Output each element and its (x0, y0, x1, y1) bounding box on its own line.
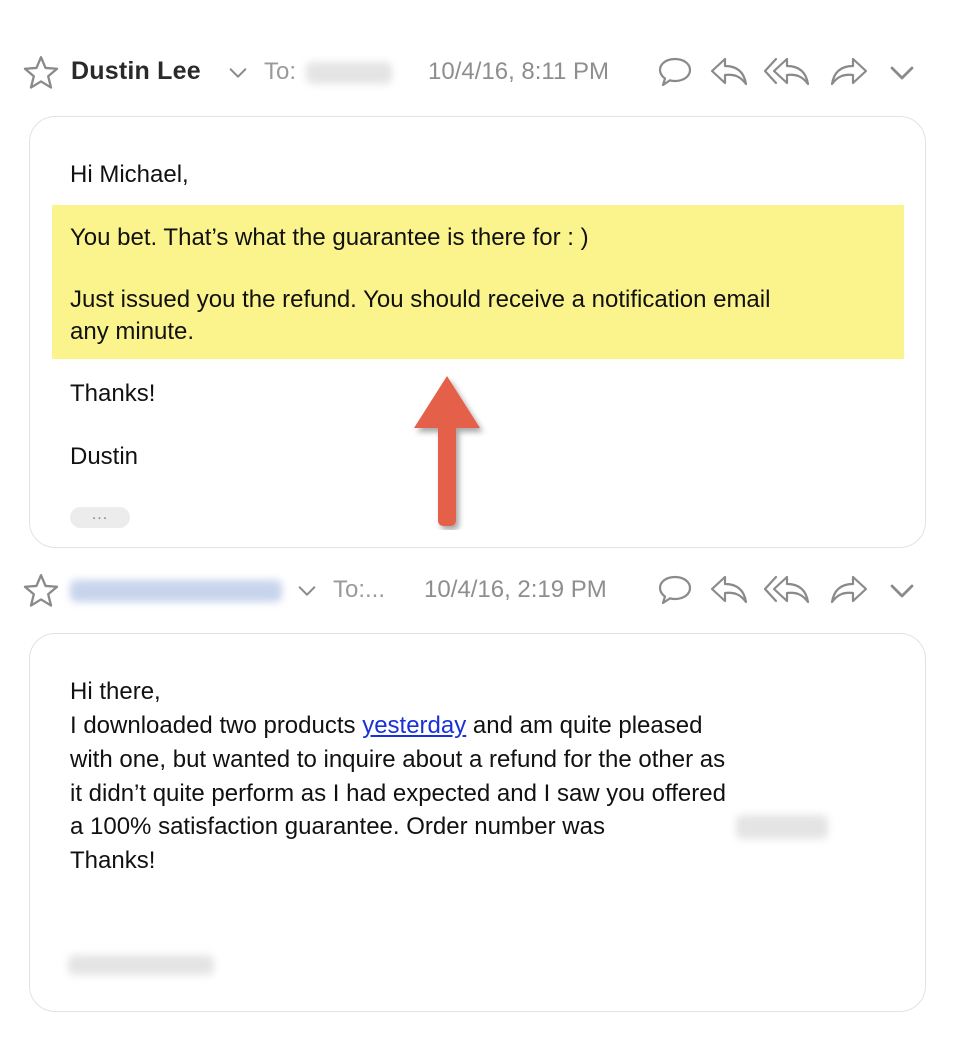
show-quoted-text-button[interactable]: ... (70, 507, 130, 528)
body-line: I downloaded two products yesterday and … (70, 709, 702, 742)
greeting: Hi Michael, (70, 161, 189, 188)
signature-redacted (68, 955, 214, 975)
body-line: with one, but wanted to inquire about a … (70, 746, 726, 773)
reply-bubble-icon[interactable] (656, 572, 694, 608)
recipient-redacted (306, 62, 392, 84)
message-date: 10/4/16, 8:11 PM (428, 58, 610, 85)
chevron-down-icon[interactable] (227, 62, 249, 84)
reply-all-icon[interactable] (760, 54, 814, 90)
body-line: Just issued you the refund. You should r… (70, 286, 771, 313)
sender-name[interactable]: Dustin Lee (71, 57, 201, 86)
body-line: it didn’t quite perform as I had expecte… (70, 780, 726, 807)
body-line: any minute. (70, 318, 195, 345)
annotation-arrow (414, 376, 480, 526)
chevron-down-icon[interactable] (296, 580, 318, 602)
reply-icon[interactable] (708, 572, 750, 608)
message-header: Dustin Lee To: 10/4/16, 8:11 PM (0, 52, 954, 92)
body-text: and am quite pleased (466, 712, 703, 739)
thanks-line: Thanks! (70, 380, 156, 407)
message-date: 10/4/16, 2:19 PM (424, 576, 607, 603)
body-line: You bet. That’s what the guarantee is th… (70, 224, 589, 251)
body-text: I downloaded two products (70, 712, 363, 739)
star-icon[interactable] (22, 54, 60, 92)
reply-all-icon[interactable] (760, 572, 814, 608)
reply-icon[interactable] (708, 54, 750, 90)
more-chevron-icon[interactable] (887, 576, 917, 606)
body-line: a 100% satisfaction guarantee. Order num… (70, 813, 605, 840)
thanks-line: Thanks! (70, 847, 156, 874)
forward-icon[interactable] (828, 54, 870, 90)
sender-name-redacted[interactable] (70, 580, 282, 602)
date-link[interactable]: yesterday (362, 712, 466, 739)
order-number-redacted (736, 815, 828, 839)
to-label: To: (264, 58, 297, 85)
message-header: To:... 10/4/16, 2:19 PM (0, 570, 954, 610)
more-chevron-icon[interactable] (887, 58, 917, 88)
star-icon[interactable] (22, 572, 60, 610)
greeting: Hi there, (70, 678, 161, 705)
reply-bubble-icon[interactable] (656, 54, 694, 90)
forward-icon[interactable] (828, 572, 870, 608)
signature: Dustin (70, 443, 139, 470)
to-label[interactable]: To:... (333, 576, 385, 604)
